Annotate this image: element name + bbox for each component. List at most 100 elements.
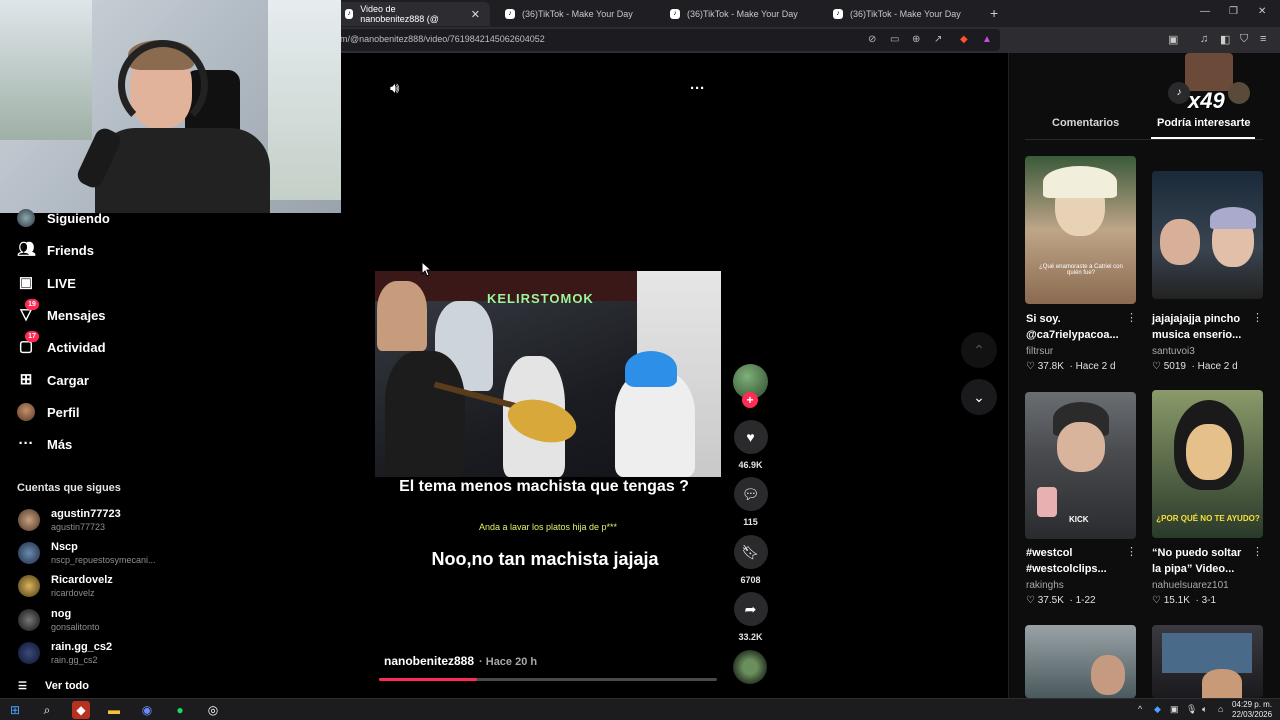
tab-title: Video de nanobenitez888 (@: [360, 4, 439, 24]
more-options-icon[interactable]: ···: [690, 80, 705, 97]
search-icon[interactable]: ⌕: [38, 701, 56, 719]
active-tab-indicator: [1151, 137, 1255, 139]
screen-icon[interactable]: ▭: [890, 34, 899, 45]
like-button[interactable]: ♥ 46.9K: [733, 420, 768, 470]
thumbnail-face: [1160, 219, 1200, 265]
mouse-cursor-icon: [421, 261, 432, 277]
browser-tab-active[interactable]: ♪ Video de nanobenitez888 (@ ✕: [335, 2, 490, 26]
zoom-icon[interactable]: ⊕: [912, 34, 920, 45]
menu-icon[interactable]: ≡: [1260, 33, 1266, 45]
sidebar-item-profile[interactable]: Perfil: [17, 401, 80, 423]
video-progress-bar[interactable]: [379, 678, 717, 681]
system-clock[interactable]: 04:29 p. m. 22/03/2026: [1232, 700, 1272, 720]
share-icon[interactable]: ↗: [934, 34, 942, 45]
video-card-thumbnail[interactable]: [1152, 625, 1263, 698]
rewards-icon[interactable]: ▲: [982, 34, 992, 45]
no-tracking-icon[interactable]: ⊘: [868, 34, 876, 45]
windows-taskbar: ⊞ ⌕ ◆ ▬ ◉ ● ◎ ^ ◆ ▣ 🎙︎ 🔈︎ ⌂ 04:29 p. m. …: [0, 698, 1280, 720]
video-author-line: nanobenitez888 · Hace 20 h: [384, 654, 537, 668]
share-button[interactable]: ➦ 33.2K: [733, 592, 768, 642]
restore-icon[interactable]: ❐: [1229, 6, 1238, 17]
panel-icon[interactable]: ◧: [1220, 33, 1230, 46]
card-more-icon[interactable]: ⋮: [1126, 545, 1137, 558]
video-card-title[interactable]: Si soy. @ca7rielypacoa...: [1026, 311, 1126, 343]
tray-app-icon[interactable]: ◆: [1154, 704, 1161, 715]
new-tab-button[interactable]: +: [990, 5, 998, 21]
browser-tab[interactable]: ♪ (36)TikTok - Make Your Day: [823, 2, 983, 26]
microphone-icon[interactable]: 🎙︎: [1186, 704, 1197, 715]
vpn-icon[interactable]: ⛉: [1240, 33, 1248, 46]
previous-video-button[interactable]: ⌃: [961, 332, 997, 368]
sidebar-toggle-icon[interactable]: ▣: [1168, 33, 1178, 46]
following-account[interactable]: agustin77723 agustin77723: [18, 508, 121, 532]
thumbnail-cartoon-face: [1186, 424, 1232, 480]
headset: [118, 40, 208, 130]
brave-shield-icon[interactable]: ◆: [960, 34, 968, 45]
video-card-title[interactable]: #westcol #westcolclips...: [1026, 545, 1126, 577]
tray-chevron-icon[interactable]: ^: [1138, 704, 1142, 714]
sidebar-item-activity[interactable]: ▢ 17 Actividad: [17, 331, 106, 358]
following-account[interactable]: nog gonsalitonto: [18, 608, 100, 632]
minimize-icon[interactable]: —: [1200, 6, 1210, 17]
video-card-thumbnail[interactable]: ¿Qué enamoraste a Catriel con quién fue?: [1025, 156, 1136, 304]
sidebar-item-more[interactable]: ··· Más: [17, 433, 73, 455]
file-explorer-icon[interactable]: ▬: [105, 701, 123, 719]
following-account[interactable]: Nscp nscp_repuestosymecani...: [18, 541, 156, 565]
user-avatar[interactable]: [1228, 82, 1250, 104]
comment-button[interactable]: 💬︎ 115: [733, 477, 768, 527]
video-card-thumbnail[interactable]: KICK: [1025, 392, 1136, 539]
video-caption-main: El tema menos machista que tengas ?: [399, 478, 689, 495]
card-date: Hace 2 d: [1075, 361, 1116, 372]
video-card-thumbnail[interactable]: [1152, 171, 1263, 299]
video-card-title[interactable]: jajajajajja pincho musica enserio...: [1152, 311, 1252, 343]
video-card-thumbnail[interactable]: ¿POR QUÉ NO TE AYUDO?: [1152, 390, 1263, 538]
sidebar-item-label: LIVE: [47, 275, 76, 291]
sidebar-item-friends[interactable]: 👥︎ Friends: [17, 239, 94, 261]
volume-icon[interactable]: 🔊︎: [390, 80, 399, 97]
account-handle: agustin77723: [51, 522, 106, 532]
save-button[interactable]: 🔖︎ 6708: [733, 535, 768, 585]
video-card-title[interactable]: “No puedo soltar la pipa” Video...: [1152, 545, 1252, 577]
author-name[interactable]: nanobenitez888: [384, 654, 474, 668]
music-disc-icon[interactable]: [733, 650, 767, 684]
network-icon[interactable]: ⌂: [1218, 704, 1223, 714]
following-account[interactable]: Ricardovelz ricardovelz: [18, 574, 113, 598]
tab-recommended[interactable]: Podría interesarte: [1157, 117, 1251, 129]
card-more-icon[interactable]: ⋮: [1252, 545, 1263, 558]
close-tab-icon[interactable]: ✕: [471, 8, 480, 21]
sidebar-item-messages[interactable]: ▽ 19 Mensajes: [17, 299, 106, 326]
address-bar[interactable]: m/@nanobenitez888/video/7619842145062604…: [330, 29, 1000, 51]
follow-plus-icon[interactable]: +: [742, 392, 758, 408]
following-account[interactable]: rain.gg_cs2 rain.gg_cs2: [18, 641, 112, 665]
video-card-thumbnail[interactable]: [1025, 625, 1136, 698]
browser-tab[interactable]: ♪ (36)TikTok - Make Your Day: [495, 2, 655, 26]
video-card-author[interactable]: rakinghs: [1026, 580, 1064, 591]
sidebar-item-following[interactable]: Siguiendo: [17, 207, 110, 229]
video-card-author[interactable]: santuvoi3: [1152, 346, 1195, 357]
next-video-button[interactable]: ⌄: [961, 379, 997, 415]
sidebar-item-upload[interactable]: ⊞ Cargar: [17, 369, 89, 391]
video-player[interactable]: KELIRSTOMOK: [375, 271, 721, 477]
windows-start-icon[interactable]: ⊞: [6, 701, 24, 719]
tray-app-icon[interactable]: ▣: [1170, 704, 1179, 715]
tab-comments[interactable]: Comentarios: [1052, 117, 1119, 129]
thumbnail-hair: [1043, 166, 1117, 198]
window-close-icon[interactable]: ✕: [1258, 6, 1266, 17]
video-card-author[interactable]: filtrsur: [1026, 346, 1053, 357]
brave-browser-icon[interactable]: ◆: [72, 701, 90, 719]
discord-icon[interactable]: ◉: [138, 701, 156, 719]
card-date: 1-22: [1075, 595, 1096, 606]
see-all-link[interactable]: ☰ Ver todo: [18, 680, 89, 692]
sidebar-item-live[interactable]: ▣ LIVE: [17, 272, 76, 294]
music-note-icon[interactable]: ♪: [1168, 82, 1190, 104]
video-card-stats: ♡ 15.1K · 3-1: [1152, 595, 1217, 606]
spotify-icon[interactable]: ●: [171, 701, 189, 719]
speaker-icon[interactable]: 🔈︎: [1202, 704, 1207, 715]
obs-icon[interactable]: ◎: [204, 701, 222, 719]
card-more-icon[interactable]: ⋮: [1126, 311, 1137, 324]
webcam-window: [268, 0, 341, 200]
browser-tab[interactable]: ♪ (36)TikTok - Make Your Day: [660, 2, 820, 26]
music-icon[interactable]: ♫: [1200, 33, 1208, 45]
video-card-author[interactable]: nahuelsuarez101: [1152, 580, 1229, 591]
card-more-icon[interactable]: ⋮: [1252, 311, 1263, 324]
